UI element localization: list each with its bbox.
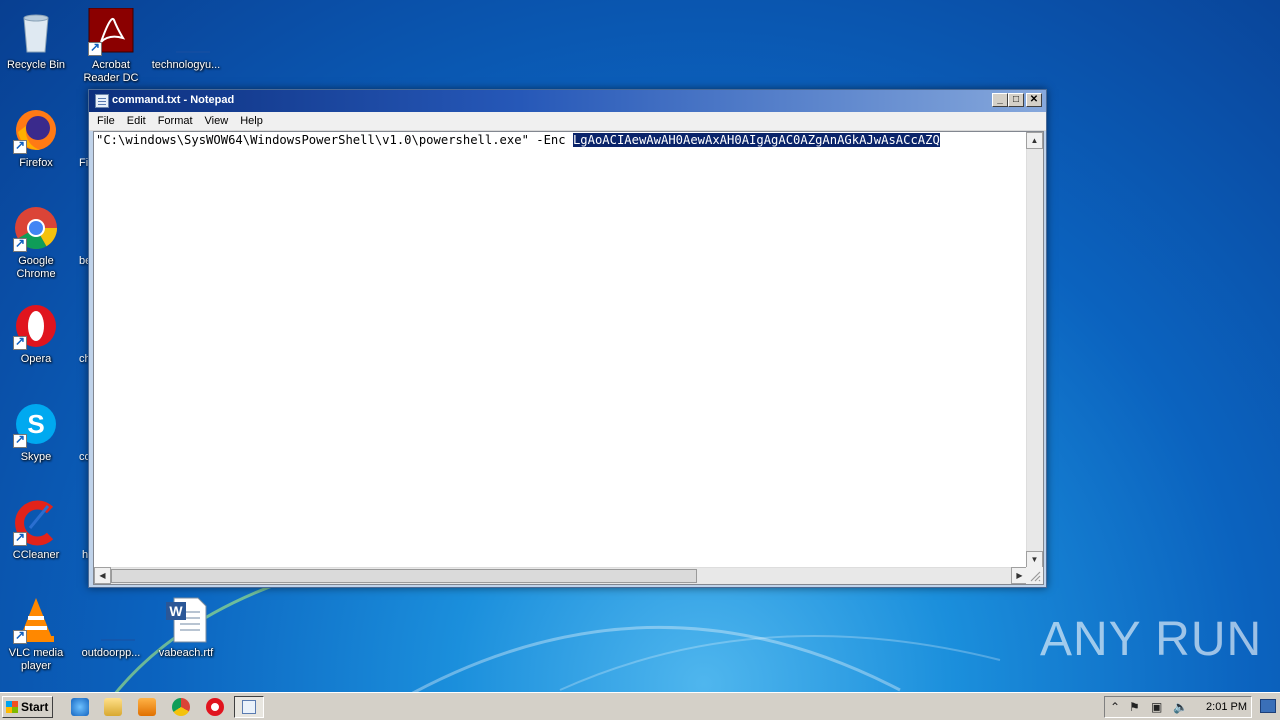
close-button[interactable]: ✕ xyxy=(1026,93,1042,107)
notepad-taskbar-icon xyxy=(242,700,256,714)
chrome-taskbar-icon[interactable] xyxy=(172,698,190,716)
start-button[interactable]: Start xyxy=(2,696,53,718)
hidden-icon-label: Fi xyxy=(79,157,89,169)
explorer-folder-icon[interactable] xyxy=(104,698,122,716)
desktop-icon-chrome[interactable]: Google Chrome xyxy=(0,204,72,281)
command-text[interactable]: "C:\windows\SysWOW64\WindowsPowerShell\v… xyxy=(96,133,940,148)
desktop-icon-skype[interactable]: S Skype xyxy=(0,400,72,464)
icon-label: Acrobat Reader DC xyxy=(83,59,139,84)
blank-file-icon xyxy=(176,51,220,53)
title-bar[interactable]: command.txt - Notepad _ □ ✕ xyxy=(89,90,1046,112)
ie-icon[interactable] xyxy=(71,698,89,716)
icon-label: Google Chrome xyxy=(16,255,56,280)
desktop-icon-outdoorpp[interactable]: outdoorpp... xyxy=(75,596,147,660)
desktop-icon-acrobat[interactable]: Acrobat Reader DC xyxy=(75,7,147,85)
minimize-button[interactable]: _ xyxy=(992,93,1008,107)
notepad-icon xyxy=(95,94,109,108)
desktop-icon-firefox[interactable]: Firefox xyxy=(0,106,72,170)
command-text-plain: "C:\windows\SysWOW64\WindowsPowerShell\v… xyxy=(96,133,573,147)
resize-grip-icon xyxy=(1030,571,1041,582)
shortcut-arrow-icon xyxy=(13,628,27,644)
scroll-up-button[interactable]: ▲ xyxy=(1026,132,1043,149)
scroll-left-button[interactable]: ◀ xyxy=(94,567,111,584)
vertical-scrollbar[interactable]: ▲ ▼ xyxy=(1026,132,1043,568)
word-document-icon: W xyxy=(166,597,207,643)
taskbar-item-notepad[interactable] xyxy=(234,696,264,718)
icon-label: vabeach.rtf xyxy=(158,647,214,659)
desktop-icon-technologyu[interactable]: technologyu... xyxy=(150,8,222,72)
icon-label: Skype xyxy=(20,451,52,463)
menu-format[interactable]: Format xyxy=(152,115,199,127)
media-player-icon[interactable] xyxy=(138,698,156,716)
icon-label: CCleaner xyxy=(12,549,60,561)
anyrun-watermark: ANY RUN xyxy=(1040,613,1263,666)
text-editor-area[interactable]: "C:\windows\SysWOW64\WindowsPowerShell\v… xyxy=(93,131,1044,585)
menu-help[interactable]: Help xyxy=(234,115,269,127)
icon-label: outdoorpp... xyxy=(81,647,141,659)
start-label: Start xyxy=(21,700,49,714)
menu-view[interactable]: View xyxy=(199,115,235,127)
clock[interactable]: 2:01 PM xyxy=(1206,701,1247,713)
system-tray: ⌃ ⚑ ▣ 🔈 2:01 PM xyxy=(1104,696,1252,718)
svg-text:S: S xyxy=(27,409,44,439)
horizontal-scrollbar[interactable]: ◀ ▶ xyxy=(94,567,1028,584)
menu-edit[interactable]: Edit xyxy=(121,115,152,127)
recycle-bin-icon xyxy=(23,14,49,53)
shortcut-arrow-icon xyxy=(13,432,27,448)
selected-text: LgAoACIAewAwAH0AewAxAH0AIgAgAC0AZgAnAGkA… xyxy=(572,133,940,147)
resize-grip[interactable] xyxy=(1026,567,1043,584)
desktop-icon-recycle-bin[interactable]: Recycle Bin xyxy=(0,8,72,72)
shortcut-arrow-icon xyxy=(88,40,102,56)
scroll-down-button[interactable]: ▼ xyxy=(1026,551,1043,568)
window-title: command.txt - Notepad xyxy=(112,94,235,106)
notepad-window[interactable]: command.txt - Notepad _ □ ✕ File Edit Fo… xyxy=(88,89,1047,588)
volume-icon[interactable]: 🔈 xyxy=(1173,700,1188,714)
icon-label: Recycle Bin xyxy=(6,59,66,71)
icon-label: technologyu... xyxy=(151,59,221,71)
action-center-flag-icon[interactable]: ⚑ xyxy=(1129,700,1140,714)
show-desktop-icon[interactable] xyxy=(1260,699,1276,713)
shortcut-arrow-icon xyxy=(13,236,27,252)
desktop-icon-ccleaner[interactable]: CCleaner xyxy=(0,498,72,562)
shortcut-arrow-icon xyxy=(13,334,27,350)
taskbar: Start ⌃ ⚑ ▣ 🔈 2:01 PM xyxy=(0,692,1280,720)
network-icon[interactable]: ▣ xyxy=(1151,700,1162,714)
icon-label: Opera xyxy=(20,353,52,365)
icon-label: VLC media player xyxy=(8,647,64,672)
menu-bar: File Edit Format View Help xyxy=(89,112,1046,131)
menu-file[interactable]: File xyxy=(91,115,121,127)
blank-file-icon xyxy=(101,639,145,641)
maximize-button[interactable]: □ xyxy=(1008,93,1024,107)
desktop-icon-opera[interactable]: Opera xyxy=(0,302,72,366)
icon-label: Firefox xyxy=(19,157,53,169)
shortcut-arrow-icon xyxy=(13,138,27,154)
horizontal-scroll-thumb[interactable] xyxy=(111,569,697,583)
show-hidden-icons-icon[interactable]: ⌃ xyxy=(1110,700,1120,714)
svg-text:W: W xyxy=(169,603,183,619)
desktop-icon-vabeach[interactable]: W vabeach.rtf xyxy=(150,596,222,660)
shortcut-arrow-icon xyxy=(13,530,27,546)
desktop-icon-vlc[interactable]: VLC media player xyxy=(0,596,72,673)
opera-taskbar-icon[interactable] xyxy=(206,698,224,716)
windows-logo-icon xyxy=(6,701,18,713)
